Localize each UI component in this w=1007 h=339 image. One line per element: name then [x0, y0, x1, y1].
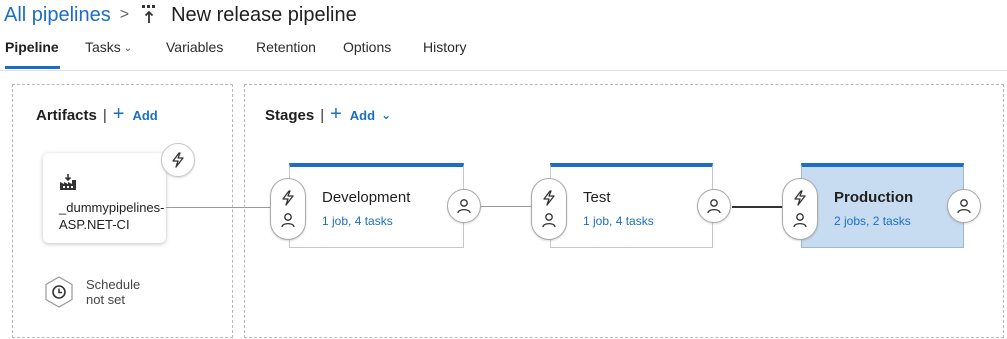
stages-header: Stages | + Add ⌄: [265, 103, 392, 127]
breadcrumb: All pipelines > New release pipeline: [4, 0, 357, 30]
person-icon[interactable]: [792, 212, 808, 228]
post-deployment-approvers-button[interactable]: [447, 189, 481, 223]
lightning-icon: [172, 152, 184, 168]
chevron-down-icon: ⌄: [381, 107, 392, 122]
plus-icon: +: [330, 103, 342, 125]
stage-card-production[interactable]: Production 2 jobs, 2 tasks: [801, 163, 964, 248]
stage-job-summary[interactable]: 1 job, 4 tasks: [322, 214, 393, 228]
artifacts-header: Artifacts | + Add: [36, 103, 158, 127]
stage-card-development[interactable]: Development 1 job, 4 tasks: [289, 163, 464, 248]
stage-name: Test: [583, 189, 611, 206]
tab-tasks[interactable]: Tasks ⌄: [85, 39, 132, 55]
clock-icon: [45, 276, 73, 308]
tab-tasks-label: Tasks: [85, 39, 121, 55]
tab-history[interactable]: History: [423, 39, 467, 55]
lightning-icon[interactable]: [792, 190, 808, 206]
artifact-name: _dummypipelines- ASP.NET-CI: [59, 199, 165, 233]
release-pipeline-icon: [142, 5, 156, 23]
person-icon: [957, 199, 971, 214]
pre-deployment-conditions: [531, 178, 567, 240]
tab-variables[interactable]: Variables: [166, 39, 223, 55]
artifact-card[interactable]: _dummypipelines- ASP.NET-CI: [43, 153, 166, 243]
all-pipelines-link[interactable]: All pipelines: [4, 4, 111, 27]
pre-deployment-conditions: [782, 178, 818, 240]
tab-options[interactable]: Options: [343, 39, 391, 55]
person-icon: [457, 199, 471, 214]
plus-icon: +: [112, 103, 125, 125]
post-deployment-approvers-button[interactable]: [697, 189, 731, 223]
page-title: New release pipeline: [171, 3, 357, 26]
add-artifact-label: Add: [132, 108, 158, 123]
schedule-label: Schedule not set: [86, 277, 140, 307]
tab-bar: Pipeline Tasks ⌄ Variables Retention Opti…: [0, 37, 1007, 71]
stage-job-summary[interactable]: 2 jobs, 2 tasks: [834, 214, 911, 228]
artifact-trigger-button[interactable]: [161, 143, 195, 177]
stage-job-summary[interactable]: 1 job, 4 tasks: [583, 214, 654, 228]
add-artifact-button[interactable]: + Add: [112, 103, 158, 127]
divider: |: [320, 107, 325, 124]
person-icon: [707, 199, 721, 214]
lightning-icon[interactable]: [280, 190, 296, 206]
post-deployment-approvers-button[interactable]: [947, 189, 981, 223]
schedule-line1: Schedule: [86, 277, 141, 292]
stage-card-test[interactable]: Test 1 job, 4 tasks: [550, 163, 713, 248]
add-stage-label: Add: [349, 108, 376, 123]
artifacts-title: Artifacts: [36, 107, 97, 124]
stages-title: Stages: [265, 107, 315, 124]
tab-pipeline[interactable]: Pipeline: [5, 39, 59, 55]
schedule-trigger[interactable]: Schedule not set: [43, 276, 140, 308]
divider: |: [102, 107, 107, 124]
lightning-icon[interactable]: [541, 190, 557, 206]
artifact-name-line2: ASP.NET-CI: [59, 217, 130, 232]
schedule-line2: not set: [86, 292, 126, 307]
artifact-name-line1: _dummypipelines-: [59, 200, 165, 215]
stage-name: Development: [322, 189, 411, 206]
pre-deployment-conditions: [270, 178, 306, 240]
add-stage-button[interactable]: + Add ⌄: [330, 103, 392, 127]
person-icon[interactable]: [541, 212, 557, 228]
chevron-down-icon: ⌄: [123, 43, 133, 54]
build-artifact-icon: [60, 174, 76, 190]
active-tab-indicator: [5, 66, 60, 69]
person-icon[interactable]: [280, 212, 296, 228]
breadcrumb-separator: >: [119, 6, 130, 23]
tab-retention[interactable]: Retention: [256, 39, 316, 55]
stage-name: Production: [834, 189, 914, 206]
